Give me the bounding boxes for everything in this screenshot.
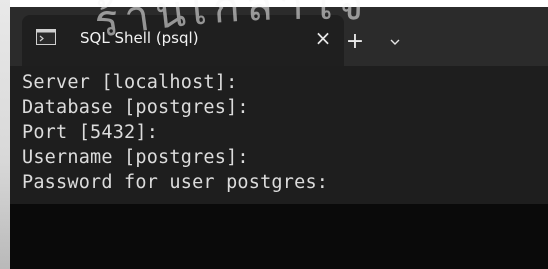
terminal-line-username: Username [postgres]: [22, 147, 249, 168]
terminal-window: SQL Shell (psql) × + Server [localhost]:… [10, 7, 548, 269]
background-edge [0, 0, 10, 269]
tab-sql-shell[interactable]: SQL Shell (psql) × [22, 15, 344, 66]
terminal-line-database: Database [postgres]: [22, 97, 249, 118]
new-tab-button[interactable]: + [340, 27, 370, 57]
terminal-line-server: Server [localhost]: [22, 72, 238, 93]
terminal-line-password: Password for user postgres: [22, 172, 329, 193]
terminal-line-port: Port [5432]: [22, 122, 159, 143]
terminal-empty-area[interactable] [10, 204, 548, 269]
close-icon[interactable]: × [310, 23, 336, 53]
tab-title: SQL Shell (psql) [80, 29, 199, 47]
terminal-icon [36, 29, 56, 45]
chevron-down-icon[interactable] [382, 27, 408, 57]
terminal-output[interactable]: Server [localhost]: Database [postgres]:… [10, 66, 548, 204]
title-bar: SQL Shell (psql) × + [10, 7, 548, 66]
